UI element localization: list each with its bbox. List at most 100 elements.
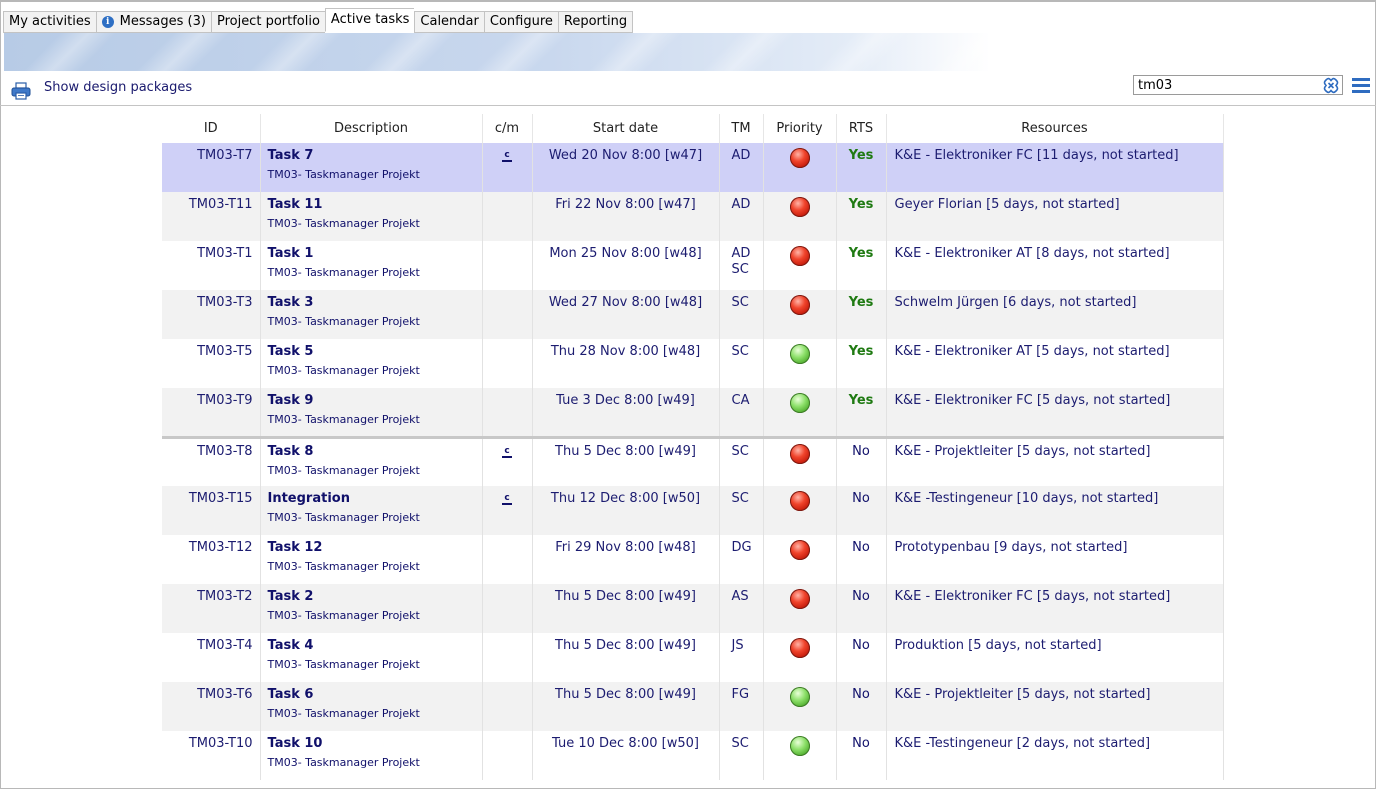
- resources-cell: K&E -Testingeneur [10 days, not started]: [886, 486, 1224, 535]
- project-name-link[interactable]: TM03- Taskmanager Projekt: [268, 364, 482, 377]
- tm-cell: FG: [719, 682, 764, 731]
- print-icon[interactable]: [11, 82, 31, 100]
- cm-cell: [482, 731, 533, 780]
- menu-icon[interactable]: [1352, 78, 1370, 93]
- table-row[interactable]: TM03-T9 Task 9 TM03- Taskmanager Projekt Tu…: [162, 388, 1224, 439]
- task-name-link[interactable]: Task 1: [268, 246, 482, 261]
- project-name-link[interactable]: TM03- Taskmanager Projekt: [268, 413, 482, 426]
- priority-red-icon[interactable]: [789, 197, 810, 217]
- project-name-link[interactable]: TM03- Taskmanager Projekt: [268, 315, 482, 328]
- project-name-link[interactable]: TM03- Taskmanager Projekt: [268, 464, 482, 477]
- project-name-link[interactable]: TM03- Taskmanager Projekt: [268, 756, 482, 769]
- resources-cell: K&E - Elektroniker FC [5 days, not start…: [886, 388, 1224, 439]
- table-row[interactable]: TM03-T3 Task 3 TM03- Taskmanager Projekt We…: [162, 290, 1224, 339]
- tab-project-portfolio[interactable]: Project portfolio: [210, 11, 325, 33]
- project-name-link[interactable]: TM03- Taskmanager Projekt: [268, 560, 482, 573]
- rts-cell: Yes: [836, 339, 887, 388]
- priority-cell: [763, 388, 837, 439]
- project-name-link[interactable]: TM03- Taskmanager Projekt: [268, 266, 482, 279]
- cm-cell: [482, 388, 533, 439]
- task-name-link[interactable]: Task 4: [268, 638, 482, 653]
- task-name-link[interactable]: Task 10: [268, 736, 482, 751]
- task-name-link[interactable]: Task 9: [268, 393, 482, 408]
- task-name-link[interactable]: Task 6: [268, 687, 482, 702]
- resources-cell: Prototypenbau [9 days, not started]: [886, 535, 1224, 584]
- project-name-link[interactable]: TM03- Taskmanager Projekt: [268, 217, 482, 230]
- tab-messages-3[interactable]: i Messages (3): [95, 11, 211, 33]
- tab-active-tasks[interactable]: Active tasks: [324, 8, 415, 32]
- table-row[interactable]: TM03-T12 Task 12 TM03- Taskmanager Projekt…: [162, 535, 1224, 584]
- project-name-link[interactable]: TM03- Taskmanager Projekt: [268, 168, 482, 181]
- toolbar: Show design packages: [0, 72, 1376, 106]
- description-cell: Task 2 TM03- Taskmanager Projekt: [260, 584, 483, 633]
- tab-configure[interactable]: Configure: [483, 11, 558, 33]
- tm-initials: DG: [731, 540, 752, 555]
- rts-value: No: [852, 736, 870, 751]
- comment-marker-icon[interactable]: c: [502, 494, 512, 505]
- rts-value: No: [852, 589, 870, 604]
- priority-green-icon[interactable]: [789, 344, 810, 364]
- tm-initials: FG: [731, 687, 750, 702]
- table-row[interactable]: TM03-T6 Task 6 TM03- Taskmanager Projekt Th…: [162, 682, 1224, 731]
- priority-green-icon[interactable]: [789, 736, 810, 756]
- cm-cell: [482, 290, 533, 339]
- rts-value: Yes: [848, 344, 874, 359]
- priority-red-icon[interactable]: [789, 295, 810, 315]
- task-name-link[interactable]: Task 12: [268, 540, 482, 555]
- priority-red-icon[interactable]: [789, 638, 810, 658]
- clear-search-icon[interactable]: [1322, 77, 1340, 94]
- table-row[interactable]: TM03-T7 Task 7 TM03- Taskmanager Projekt c W…: [162, 143, 1224, 192]
- priority-red-icon[interactable]: [789, 491, 810, 511]
- table-row[interactable]: TM03-T15 Integration TM03- Taskmanager Pro…: [162, 486, 1224, 535]
- comment-marker-icon[interactable]: c: [502, 151, 512, 162]
- resources-cell: K&E - Projektleiter [5 days, not started…: [886, 682, 1224, 731]
- table-row[interactable]: TM03-T1 Task 1 TM03- Taskmanager Projekt Mo…: [162, 241, 1224, 290]
- priority-red-icon[interactable]: [789, 443, 810, 464]
- task-name-link[interactable]: Task 3: [268, 295, 482, 310]
- priority-red-icon[interactable]: [789, 246, 810, 266]
- resources-cell: K&E - Elektroniker AT [8 days, not start…: [886, 241, 1224, 290]
- project-name-link[interactable]: TM03- Taskmanager Projekt: [268, 609, 482, 622]
- project-name-link[interactable]: TM03- Taskmanager Projekt: [268, 511, 482, 524]
- table-row[interactable]: TM03-T11 Task 11 TM03- Taskmanager Projekt…: [162, 192, 1224, 241]
- task-name-link[interactable]: Task 5: [268, 344, 482, 359]
- priority-red-icon[interactable]: [789, 589, 810, 609]
- task-id-cell: TM03-T12: [162, 535, 261, 584]
- table-row[interactable]: TM03-T2 Task 2 TM03- Taskmanager Projekt Th…: [162, 584, 1224, 633]
- table-row[interactable]: TM03-T10 Task 10 TM03- Taskmanager Projekt…: [162, 731, 1224, 780]
- priority-green-icon[interactable]: [789, 687, 810, 707]
- task-name-link[interactable]: Task 7: [268, 148, 482, 163]
- column-header-resources[interactable]: Resources: [886, 114, 1224, 143]
- project-name-link[interactable]: TM03- Taskmanager Projekt: [268, 658, 482, 671]
- task-name-link[interactable]: Task 8: [268, 444, 482, 459]
- priority-red-icon[interactable]: [789, 148, 810, 168]
- search-input[interactable]: [1133, 75, 1343, 95]
- column-header-description[interactable]: Description: [260, 114, 483, 143]
- table-row[interactable]: TM03-T5 Task 5 TM03- Taskmanager Projekt Th…: [162, 339, 1224, 388]
- tab-reporting[interactable]: Reporting: [557, 11, 634, 33]
- resources-cell: K&E - Elektroniker FC [11 days, not star…: [886, 143, 1224, 192]
- rts-value: Yes: [848, 197, 874, 212]
- task-name-link[interactable]: Task 2: [268, 589, 482, 604]
- priority-green-icon[interactable]: [789, 393, 810, 413]
- column-header-tm[interactable]: TM: [719, 114, 764, 143]
- comment-marker-icon[interactable]: c: [502, 446, 512, 458]
- priority-cell: [763, 437, 837, 486]
- tm-cell: SC: [719, 290, 764, 339]
- start-date-cell: Wed 27 Nov 8:00 [w48]: [532, 290, 720, 339]
- tab-my-activities[interactable]: My activities: [3, 11, 96, 33]
- priority-red-icon[interactable]: [789, 540, 810, 560]
- project-name-link[interactable]: TM03- Taskmanager Projekt: [268, 707, 482, 720]
- task-name-link[interactable]: Integration: [268, 491, 482, 506]
- tab-calendar[interactable]: Calendar: [414, 11, 484, 33]
- column-header-c-m[interactable]: c/m: [482, 114, 533, 143]
- task-name-link[interactable]: Task 11: [268, 197, 482, 212]
- column-header-rts[interactable]: RTS: [836, 114, 887, 143]
- column-header-start-date[interactable]: Start date: [532, 114, 720, 143]
- table-row[interactable]: TM03-T4 Task 4 TM03- Taskmanager Projekt Th…: [162, 633, 1224, 682]
- column-header-id[interactable]: ID: [162, 114, 261, 143]
- show-design-packages-link[interactable]: Show design packages: [44, 80, 192, 95]
- column-header-priority[interactable]: Priority: [763, 114, 837, 143]
- start-date-cell: Tue 3 Dec 8:00 [w49]: [532, 388, 720, 439]
- table-row[interactable]: TM03-T8 Task 8 TM03- Taskmanager Projekt c T…: [162, 437, 1224, 486]
